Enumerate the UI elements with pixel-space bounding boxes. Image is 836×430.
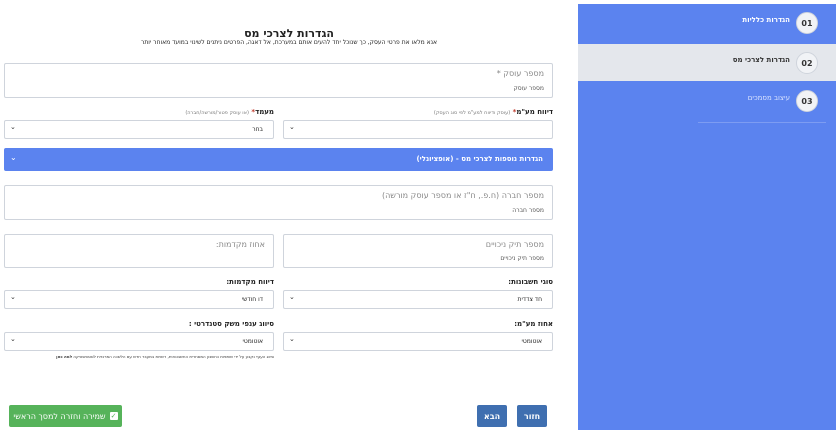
- chevron-down-icon: ⌄: [289, 293, 295, 301]
- business-number-label: מספר עוסק *: [496, 69, 544, 78]
- branch-class-label: סיווג ענפי משק סטנדרטי :: [188, 320, 274, 328]
- chevron-down-icon: ⌄: [10, 123, 16, 131]
- note-link[interactable]: למה כאן: [56, 354, 72, 359]
- sidebar-step-documents[interactable]: 03 עיצוב מסמכים: [578, 82, 836, 119]
- deduction-file-label: מספר תיק ניכויים: [485, 240, 544, 249]
- vat-percent-label: אחוז מע"מ:: [514, 320, 553, 328]
- step-number: 02: [796, 52, 818, 74]
- advance-report-label: דיווח מקדמות:: [226, 278, 274, 286]
- advance-percent-input[interactable]: [50, 255, 265, 262]
- chevron-down-icon: ⌄: [10, 335, 16, 343]
- optional-tax-settings-accordion[interactable]: הגדרות נוספות לצרכי מס - (אופציונלי) ⌄: [4, 148, 553, 171]
- company-number-input[interactable]: [106, 207, 544, 214]
- save-and-home-label: שמירה וחזרה למסך הראשי: [13, 411, 106, 421]
- step-number: 03: [796, 90, 818, 112]
- branch-class-select[interactable]: ⌄ אוטומטי: [4, 332, 274, 351]
- deduction-file-input[interactable]: [329, 255, 544, 262]
- step-label: הגדרות לצרכי מס: [732, 56, 790, 64]
- next-button[interactable]: הבא: [477, 405, 507, 427]
- page-subtitle: אנא מלאו את פרטי העסק, כך שנוכל יחד להעי…: [140, 39, 438, 46]
- step-number: 01: [796, 12, 818, 34]
- wizard-sidebar: 01 הגדרות כלליות 02 הגדרות לצרכי מס 03 ע…: [578, 4, 836, 430]
- sidebar-step-general[interactable]: 01 הגדרות כלליות: [578, 4, 836, 41]
- chevron-down-icon: ⌄: [289, 335, 295, 343]
- company-number-field[interactable]: מספר חברה (ח.פ., ח"ז או מספר עוסק מורשה): [4, 185, 553, 220]
- deduction-file-field[interactable]: מספר תיק ניכויים: [283, 234, 553, 268]
- business-number-input[interactable]: [106, 85, 544, 92]
- chevron-down-icon: ⌄: [10, 153, 17, 162]
- step-divider: [698, 122, 826, 123]
- status-select[interactable]: ⌄ בחר: [4, 120, 274, 139]
- business-number-field[interactable]: מספר עוסק *: [4, 63, 553, 98]
- chevron-down-icon: ⌄: [10, 293, 16, 301]
- vat-report-label: דיווח מע"מ* (עוסק ודיווח למע"מ לפי סוג ה…: [433, 108, 553, 116]
- account-types-select[interactable]: ⌄ חד צדדית: [283, 290, 553, 309]
- branch-class-note: סיווג הענף נקבע על ידי שותפות כחשבון המס…: [56, 354, 274, 359]
- account-types-label: סוגי חשבונות:: [508, 278, 553, 286]
- advance-report-select[interactable]: ⌄ דו חודשי: [4, 290, 274, 309]
- checkbox-icon: ✓: [109, 412, 118, 420]
- advance-percent-label: אחוז מקדמות:: [215, 240, 265, 249]
- step-label: הגדרות כלליות: [742, 16, 790, 24]
- status-label: מעמד* (או עוסק פטור/מורשה/חברה): [185, 108, 274, 116]
- back-button[interactable]: חזור: [517, 405, 547, 427]
- save-and-home-button[interactable]: ✓ שמירה וחזרה למסך הראשי: [9, 405, 122, 427]
- vat-percent-select[interactable]: ⌄ אוטומטי: [283, 332, 553, 351]
- step-label: עיצוב מסמכים: [747, 94, 790, 102]
- advance-percent-field[interactable]: אחוז מקדמות:: [4, 234, 274, 268]
- sidebar-step-tax[interactable]: 02 הגדרות לצרכי מס: [578, 44, 836, 81]
- vat-report-select[interactable]: ⌄: [283, 120, 553, 139]
- chevron-down-icon: ⌄: [289, 123, 295, 131]
- company-number-label: מספר חברה (ח.פ., ח"ז או מספר עוסק מורשה): [381, 191, 544, 200]
